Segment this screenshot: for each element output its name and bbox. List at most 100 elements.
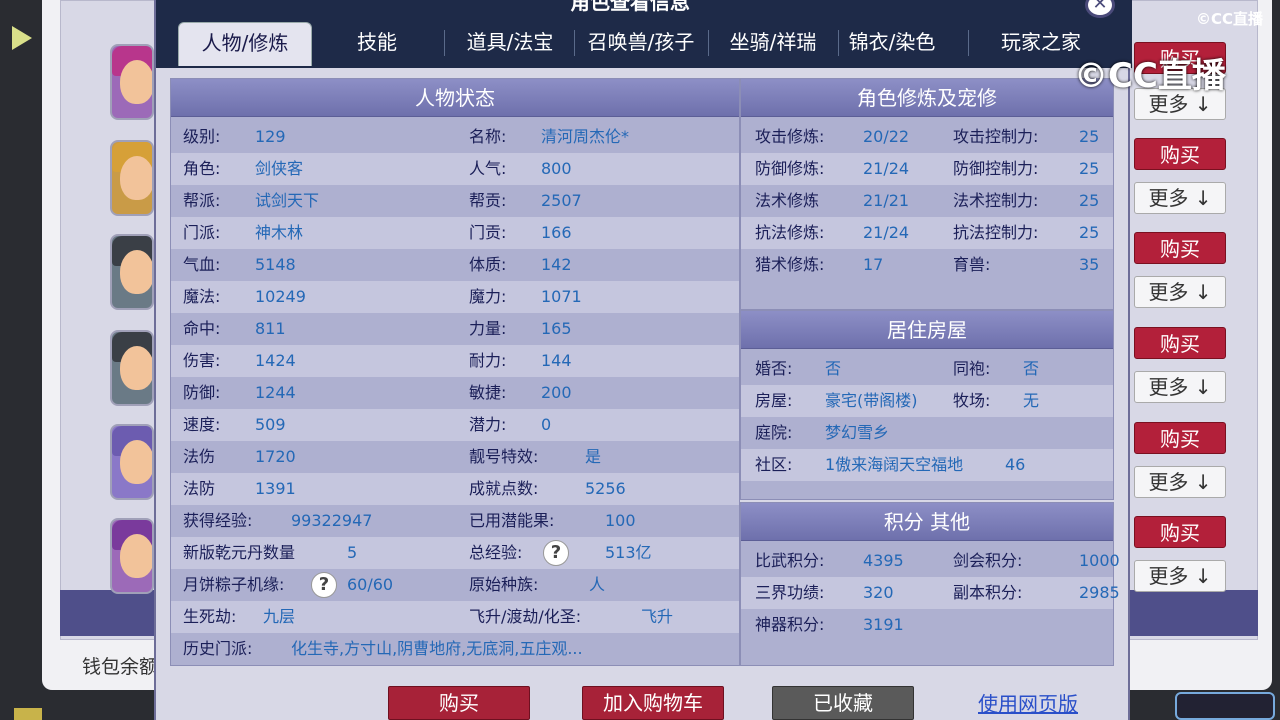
tab-mounts[interactable]: 坐骑/祥瑞 bbox=[710, 22, 836, 66]
cultivation-row: 抗法修炼: 21/24 抗法控制力: 25 bbox=[741, 217, 1113, 249]
cultivation-value: 25 bbox=[1079, 127, 1100, 146]
help-icon[interactable]: ? bbox=[311, 572, 337, 598]
cultivation-label: 攻击修炼: bbox=[755, 127, 825, 146]
cultivation-value: 21/24 bbox=[863, 159, 910, 178]
status-row: 级别: 129 名称: 清河周杰伦* bbox=[171, 121, 739, 153]
buy-button[interactable]: 购买 bbox=[1134, 516, 1226, 548]
stat-label: 耐力: bbox=[469, 351, 507, 370]
score-value: 320 bbox=[863, 583, 894, 602]
tab-character[interactable]: 人物/修炼 bbox=[178, 22, 312, 66]
status-row: 速度: 509 潜力: 0 bbox=[171, 409, 739, 441]
stat-label: 靓号特效: bbox=[469, 447, 539, 466]
stat-value: 811 bbox=[255, 319, 286, 338]
buy-button[interactable]: 购买 bbox=[1134, 232, 1226, 264]
dialog-title: 角色查看信息 bbox=[570, 0, 690, 14]
add-to-cart-button[interactable]: 加入购物车 bbox=[582, 686, 724, 720]
score-value: 4395 bbox=[863, 551, 904, 570]
character-avatar[interactable] bbox=[110, 140, 154, 216]
cultivation-label: 猎术修炼: bbox=[755, 255, 825, 274]
cultivation-label: 防御修炼: bbox=[755, 159, 825, 178]
stat-value: 1424 bbox=[255, 351, 296, 370]
score-label: 比武积分: bbox=[755, 551, 825, 570]
status-panel-header: 人物状态 bbox=[171, 79, 739, 117]
buy-button[interactable]: 购买 bbox=[1134, 422, 1226, 454]
stat-value: 1720 bbox=[255, 447, 296, 466]
stat-value: 10249 bbox=[255, 287, 306, 306]
character-avatar[interactable] bbox=[110, 44, 154, 120]
score-label: 剑会积分: bbox=[953, 551, 1023, 570]
expand-arrow-icon[interactable] bbox=[12, 26, 32, 50]
web-version-link[interactable]: 使用网页版 bbox=[978, 688, 1078, 717]
more-button[interactable]: 更多 ↓ bbox=[1134, 276, 1226, 308]
stat-label: 已用潜能果: bbox=[469, 511, 555, 530]
stat-label: 帮派: bbox=[183, 191, 221, 210]
stat-label: 门贡: bbox=[469, 223, 507, 242]
character-avatar[interactable] bbox=[110, 234, 154, 310]
more-button[interactable]: 更多 ↓ bbox=[1134, 371, 1226, 403]
character-avatar[interactable] bbox=[110, 330, 154, 406]
game-icon bbox=[14, 708, 42, 720]
cultivation-value: 17 bbox=[863, 255, 884, 274]
status-row: 魔法: 10249 魔力: 1071 bbox=[171, 281, 739, 313]
buy-button[interactable]: 购买 bbox=[1134, 327, 1226, 359]
housing-row: 婚否: 否 同袍: 否 bbox=[741, 353, 1113, 385]
cultivation-value: 21/21 bbox=[863, 191, 910, 210]
help-icon[interactable]: ? bbox=[543, 540, 569, 566]
stat-label: 总经验: bbox=[469, 543, 523, 562]
tab-skills[interactable]: 技能 bbox=[316, 22, 438, 66]
score-value: 1000 bbox=[1079, 551, 1120, 570]
cultivation-value: 25 bbox=[1079, 191, 1100, 210]
score-row: 比武积分: 4395 剑会积分: 1000 bbox=[741, 545, 1120, 577]
stat-value: 142 bbox=[541, 255, 572, 274]
housing-value: 1傲来海阔天空福地 bbox=[825, 455, 964, 474]
housing-row: 庭院: 梦幻雪乡 bbox=[741, 417, 1113, 449]
stat-label: 成就点数: bbox=[469, 479, 539, 498]
status-row: 角色: 剑侠客 人气: 800 bbox=[171, 153, 739, 185]
score-value: 2985 bbox=[1079, 583, 1120, 602]
stat-value: 清河周杰伦* bbox=[541, 127, 630, 146]
stat-label: 原始种族: bbox=[469, 575, 539, 594]
more-button[interactable]: 更多 ↓ bbox=[1134, 466, 1226, 498]
stat-value: 是 bbox=[585, 447, 602, 466]
stat-label: 飞升/渡劫/化圣: bbox=[469, 607, 582, 626]
housing-value: 无 bbox=[1023, 391, 1040, 410]
more-button[interactable]: 更多 ↓ bbox=[1134, 182, 1226, 214]
status-row: 伤害: 1424 耐力: 144 bbox=[171, 345, 739, 377]
tab-items[interactable]: 道具/法宝 bbox=[448, 22, 572, 66]
cultivation-label: 抗法控制力: bbox=[953, 223, 1039, 242]
stat-label: 魔力: bbox=[469, 287, 507, 306]
character-avatar[interactable] bbox=[110, 518, 154, 594]
cultivation-row: 法术修炼 21/21 法术控制力: 25 bbox=[741, 185, 1113, 217]
stat-label: 敏捷: bbox=[469, 383, 507, 402]
stat-label: 名称: bbox=[469, 127, 507, 146]
stat-value: 5148 bbox=[255, 255, 296, 274]
stat-value: 100 bbox=[605, 511, 636, 530]
tab-summons[interactable]: 召唤兽/孩子 bbox=[576, 22, 706, 66]
scores-panel-header: 积分 其他 bbox=[741, 503, 1113, 541]
favorited-button[interactable]: 已收藏 bbox=[772, 686, 914, 720]
scores-panel: 积分 其他 比武积分: 4395 剑会积分: 1000 三界功绩: 320 副本积分: 298… bbox=[740, 502, 1120, 666]
character-status-panel: 人物状态 级别: 129 名称: 清河周杰伦* 角色: 剑侠客 人气: 800 帮派: 试剑天下帮… bbox=[170, 78, 740, 666]
status-row: 法防 1391 成就点数: 5256 bbox=[171, 473, 739, 505]
more-button[interactable]: 更多 ↓ bbox=[1134, 560, 1226, 592]
cultivation-panel-header: 角色修炼及宠修 bbox=[741, 79, 1113, 117]
stat-value: 1391 bbox=[255, 479, 296, 498]
stat-label: 魔法: bbox=[183, 287, 221, 306]
housing-label: 牧场: bbox=[953, 391, 991, 410]
housing-panel: 居住房屋 婚否: 否 同袍: 否房屋: 豪宅(带阁楼) 牧场: 无庭院: 梦幻雪乡 社区: 1傲来… bbox=[740, 310, 1114, 500]
close-icon[interactable]: ✕ bbox=[1085, 0, 1115, 18]
tab-separator bbox=[968, 30, 969, 56]
cultivation-label: 抗法修炼: bbox=[755, 223, 825, 242]
cultivation-value: 20/22 bbox=[863, 127, 910, 146]
stat-value: 165 bbox=[541, 319, 572, 338]
buy-button[interactable]: 购买 bbox=[1134, 138, 1226, 170]
buy-button[interactable]: 购买 bbox=[388, 686, 530, 720]
cultivation-value: 35 bbox=[1079, 255, 1100, 274]
cultivation-value: 25 bbox=[1079, 159, 1100, 178]
stat-label: 法伤 bbox=[183, 447, 216, 466]
tab-outfits[interactable]: 锦衣/染色 bbox=[840, 22, 944, 66]
character-avatar[interactable] bbox=[110, 424, 154, 500]
stat-label: 人气: bbox=[469, 159, 507, 178]
score-value: 3191 bbox=[863, 615, 904, 634]
stat-label: 获得经验: bbox=[183, 511, 253, 530]
